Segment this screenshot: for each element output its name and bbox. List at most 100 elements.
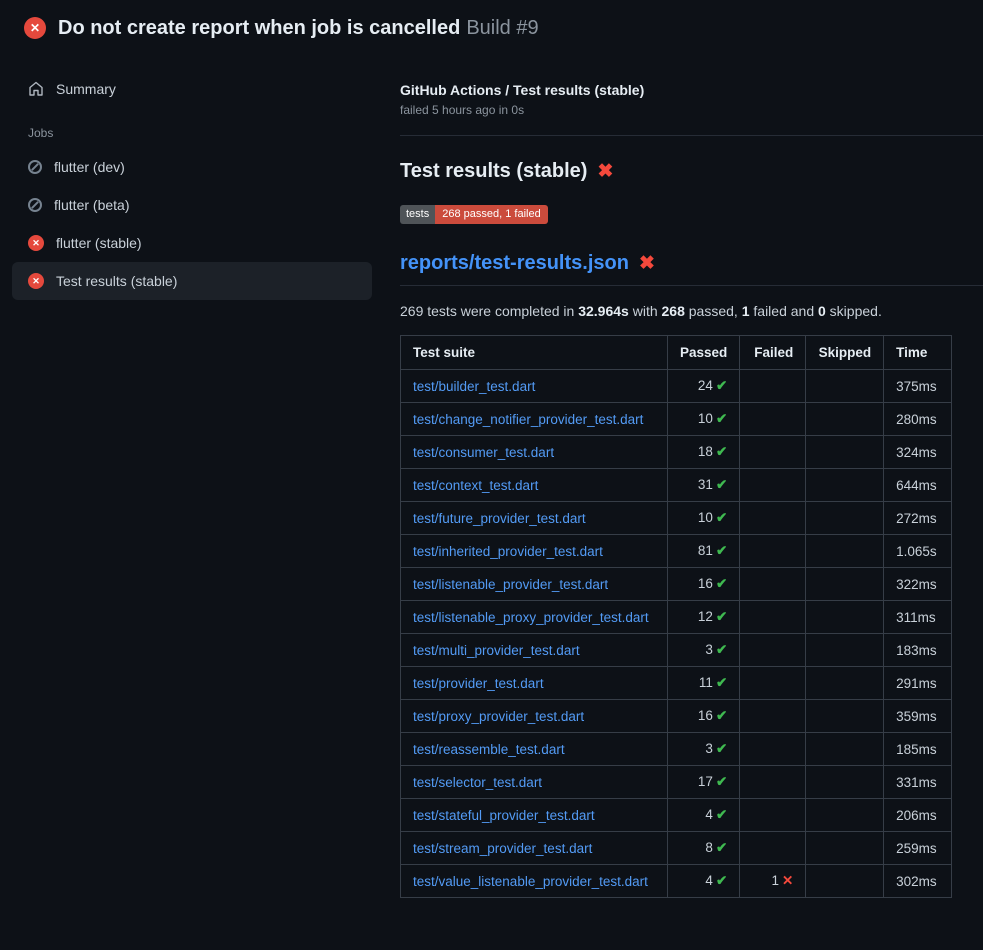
passed-cell: 24✔ [667,370,739,403]
table-row: test/change_notifier_provider_test.dart 1… [401,403,952,436]
passed-cell: 8✔ [667,832,739,865]
test-suite-link[interactable]: test/context_test.dart [413,478,538,493]
skipped-cell [806,667,884,700]
col-header-skipped: Skipped [806,336,884,370]
run-title: Do not create report when job is cancell… [58,17,460,39]
build-number: Build #9 [466,17,538,39]
main-content: GitHub Actions / Test results (stable) f… [384,56,983,898]
test-suite-link[interactable]: test/stream_provider_test.dart [413,841,592,856]
check-icon: ✔ [716,642,727,657]
report-title-link[interactable]: reports/test-results.json [400,252,629,275]
test-suite-cell: test/stateful_provider_test.dart [401,799,668,832]
home-icon [28,81,44,97]
passed-cell-count: 11 [699,675,713,690]
test-suite-cell: test/reassemble_test.dart [401,733,668,766]
test-suite-link[interactable]: test/listenable_proxy_provider_test.dart [413,610,649,625]
failed-icon: ✕ [28,235,44,251]
passed-cell-count: 81 [698,543,713,558]
passed-cell: 12✔ [667,601,739,634]
failed-cell: 1✕ [740,865,806,898]
summary-passed: 268 [662,303,685,319]
failed-status-icon: ✕ [24,17,46,39]
time-cell: 1.065s [884,535,952,568]
passed-cell: 10✔ [667,403,739,436]
passed-cell-count: 12 [698,609,713,624]
summary-skipped: 0 [818,303,826,319]
time-cell: 375ms [884,370,952,403]
failed-cell [740,469,806,502]
test-suite-link[interactable]: test/provider_test.dart [413,676,544,691]
failed-cell [740,502,806,535]
table-row: test/multi_provider_test.dart 3✔ 183ms [401,634,952,667]
check-icon: ✔ [716,411,727,426]
test-suite-link[interactable]: test/consumer_test.dart [413,445,554,460]
table-row: test/context_test.dart31✔644ms [401,469,952,502]
time-cell: 302ms [884,865,952,898]
test-suite-link[interactable]: test/stateful_provider_test.dart [413,808,595,823]
tests-badge: tests 268 passed, 1 failed [400,205,548,224]
failed-cell [740,634,806,667]
table-row: test/reassemble_test.dart3✔185ms [401,733,952,766]
passed-cell: 3✔ [667,634,739,667]
check-icon: ✔ [716,609,727,624]
passed-cell-count: 17 [698,774,713,789]
check-icon: ✔ [716,774,727,789]
skipped-cell [806,799,884,832]
test-suite-cell: test/context_test.dart [401,469,668,502]
sidebar-item-flutter-stable[interactable]: ✕ flutter (stable) [12,224,372,262]
table-row: test/selector_test.dart 17✔ 331ms [401,766,952,799]
passed-cell-count: 18 [698,444,713,459]
col-header-failed: Failed [740,336,806,370]
time-cell: 311ms [884,601,952,634]
failed-cell [740,436,806,469]
passed-cell: 11✔ [667,667,739,700]
passed-cell: 10✔ [667,502,739,535]
sidebar-item-label: flutter (dev) [54,159,125,175]
check-icon: ✔ [716,873,727,888]
skipped-cell [806,865,884,898]
test-suite-link[interactable]: test/future_provider_test.dart [413,511,586,526]
sidebar-item-flutter-beta[interactable]: flutter (beta) [12,186,372,224]
test-suite-link[interactable]: test/value_listenable_provider_test.dart [413,874,648,889]
test-suite-link[interactable]: test/selector_test.dart [413,775,542,790]
section-title-text: Test results (stable) [400,160,587,183]
skipped-cell [806,601,884,634]
test-suite-link[interactable]: test/inherited_provider_test.dart [413,544,603,559]
test-suite-cell: test/change_notifier_provider_test.dart [401,403,668,436]
time-cell: 259ms [884,832,952,865]
time-cell: 291ms [884,667,952,700]
failed-cell [740,568,806,601]
test-suite-cell: test/multi_provider_test.dart [401,634,668,667]
test-suite-cell: test/provider_test.dart [401,667,668,700]
test-suite-link[interactable]: test/listenable_provider_test.dart [413,577,608,592]
table-row: test/value_listenable_provider_test.dart… [401,865,952,898]
passed-cell-count: 16 [698,576,713,591]
passed-cell: 31✔ [667,469,739,502]
sidebar-item-label: flutter (beta) [54,197,129,213]
fail-x-icon: ✕ [782,873,793,888]
test-suite-link[interactable]: test/builder_test.dart [413,379,535,394]
check-icon: ✔ [716,576,727,591]
summary-text: 269 tests were completed in 32.964s with… [400,303,983,319]
time-cell: 183ms [884,634,952,667]
failed-cell [740,535,806,568]
sidebar-item-summary[interactable]: Summary [12,70,372,108]
test-suite-link[interactable]: test/change_notifier_provider_test.dart [413,412,643,427]
table-row: test/listenable_proxy_provider_test.dart… [401,601,952,634]
report-title: reports/test-results.json ✖ [400,252,983,286]
test-suite-link[interactable]: test/reassemble_test.dart [413,742,565,757]
sidebar-item-flutter-dev[interactable]: flutter (dev) [12,148,372,186]
test-suite-cell: test/listenable_proxy_provider_test.dart [401,601,668,634]
table-row: test/consumer_test.dart18✔324ms [401,436,952,469]
sidebar-item-label: Summary [56,81,116,97]
time-cell: 331ms [884,766,952,799]
sidebar-item-label: flutter (stable) [56,235,142,251]
run-status-line: failed 5 hours ago in 0s [400,103,983,117]
passed-cell-count: 8 [705,840,713,855]
passed-cell-count: 31 [698,477,713,492]
failed-x-icon: ✖ [597,160,613,183]
test-suite-link[interactable]: test/multi_provider_test.dart [413,643,580,658]
test-suite-link[interactable]: test/proxy_provider_test.dart [413,709,584,724]
sidebar-item-test-results-stable[interactable]: ✕Test results (stable) [12,262,372,300]
skipped-cell [806,436,884,469]
